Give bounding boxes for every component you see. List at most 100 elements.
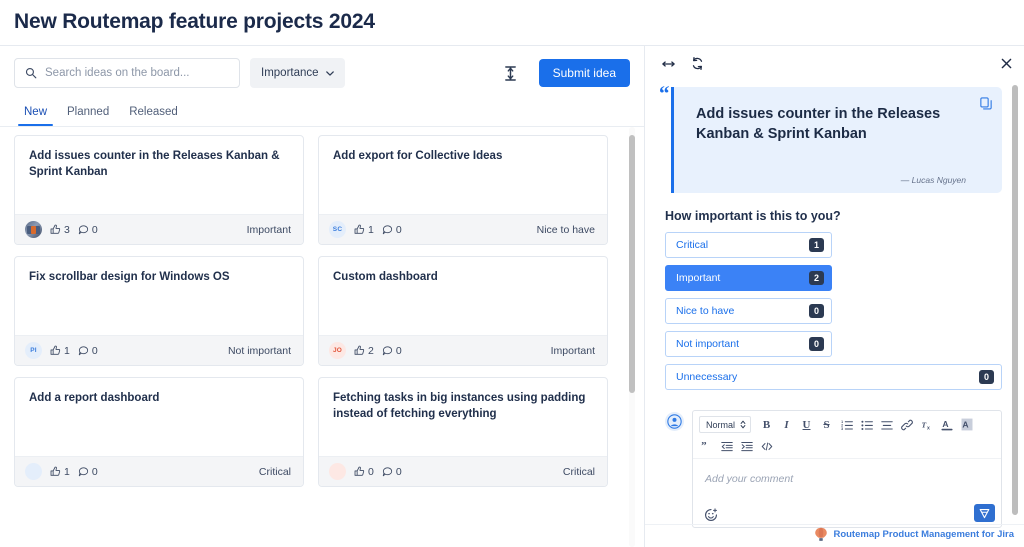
- underline-button[interactable]: U: [799, 417, 814, 432]
- strikethrough-icon: S: [823, 418, 830, 431]
- avatar: SC: [329, 221, 346, 238]
- idea-card[interactable]: Fetching tasks in big instances using pa…: [318, 377, 608, 487]
- idea-card[interactable]: Fix scrollbar design for Windows OS PI 1: [14, 256, 304, 366]
- align-button[interactable]: [879, 417, 894, 432]
- avatar: [25, 221, 42, 238]
- idea-card-footer: JO 2 0 Important: [319, 335, 607, 365]
- detail-scrollbar-thumb[interactable]: [1012, 85, 1018, 515]
- comment-stat[interactable]: 0: [78, 224, 98, 236]
- comment-stat[interactable]: 0: [78, 345, 98, 357]
- idea-card-title: Fix scrollbar design for Windows OS: [29, 271, 230, 283]
- comment-count: 0: [395, 465, 402, 478]
- outdent-button[interactable]: [719, 439, 734, 454]
- importance-option-count: 2: [809, 271, 824, 285]
- submit-idea-button[interactable]: Submit idea: [538, 59, 630, 87]
- strikethrough-button[interactable]: S: [819, 417, 834, 432]
- importance-option-not-important[interactable]: Not important 0: [665, 331, 832, 357]
- like-stat[interactable]: 2: [354, 345, 374, 357]
- add-emoji-button[interactable]: [703, 507, 718, 522]
- bold-icon: B: [762, 418, 771, 431]
- importance-option-count: 0: [979, 370, 994, 384]
- idea-card[interactable]: Add a report dashboard 1 0 Critical: [14, 377, 304, 487]
- like-stat[interactable]: 1: [50, 345, 70, 357]
- tab-released[interactable]: Released: [119, 102, 188, 126]
- comment-count: 0: [395, 344, 402, 357]
- bold-button[interactable]: B: [759, 417, 774, 432]
- text-style-select[interactable]: Normal: [699, 416, 752, 433]
- svg-text:x: x: [927, 425, 930, 431]
- bullet-list-button[interactable]: [859, 417, 874, 432]
- ordered-list-button[interactable]: 1 2 3: [839, 417, 854, 432]
- search-placeholder: Search ideas on the board...: [45, 67, 190, 79]
- comment-count: 0: [91, 223, 98, 236]
- comment-input[interactable]: Add your comment: [693, 459, 1001, 504]
- importance-filter-button[interactable]: Importance: [250, 58, 345, 88]
- comment-placeholder: Add your comment: [705, 473, 794, 485]
- clear-format-button[interactable]: T x: [919, 417, 934, 432]
- comment-stat[interactable]: 0: [382, 224, 402, 236]
- idea-importance-label: Critical: [562, 465, 595, 478]
- board-toolbar: Search ideas on the board... Importance: [0, 46, 644, 96]
- thumbs-up-icon: [354, 345, 365, 355]
- comment-stat[interactable]: 0: [382, 345, 402, 357]
- idea-importance-label: Important: [246, 223, 291, 236]
- idea-card-title: Add issues counter in the Releases Kanba…: [29, 150, 280, 178]
- tab-planned[interactable]: Planned: [57, 102, 119, 126]
- close-panel-button[interactable]: [1001, 58, 1012, 69]
- idea-card[interactable]: Custom dashboard JO 2 0 Important: [318, 256, 608, 366]
- avatar: JO: [329, 342, 346, 359]
- svg-text:T: T: [921, 420, 926, 429]
- idea-card-title: Fetching tasks in big instances using pa…: [333, 392, 586, 420]
- expand-horizontal-icon: [662, 60, 675, 67]
- importance-option-important[interactable]: Important 2: [665, 265, 832, 291]
- expand-panel-button[interactable]: [661, 59, 676, 69]
- like-stat[interactable]: 0: [354, 466, 374, 478]
- importance-option-count: 0: [809, 337, 824, 351]
- importance-option-unnecessary[interactable]: Unnecessary 0: [665, 364, 1002, 390]
- copy-button[interactable]: [980, 97, 992, 113]
- send-comment-button[interactable]: [974, 504, 995, 522]
- refresh-button[interactable]: [690, 56, 705, 71]
- text-color-button[interactable]: A: [939, 417, 954, 432]
- sync-refresh-icon: [692, 56, 703, 71]
- importance-option-critical[interactable]: Critical 1: [665, 232, 832, 258]
- background-color-button[interactable]: A: [959, 417, 974, 432]
- like-count: 1: [368, 223, 374, 236]
- idea-importance-label: Critical: [258, 465, 291, 478]
- importance-option-nice-to-have[interactable]: Nice to have 0: [665, 298, 832, 324]
- comment-icon: [78, 225, 88, 235]
- card-height-button[interactable]: [499, 60, 523, 86]
- bullet-list-icon: [860, 420, 873, 430]
- like-count: 2: [368, 344, 374, 357]
- comment-icon: [382, 346, 392, 356]
- tab-new[interactable]: New: [14, 102, 57, 126]
- like-stat[interactable]: 1: [354, 224, 374, 236]
- board-scrollbar-thumb[interactable]: [629, 135, 635, 393]
- like-count: 3: [64, 223, 70, 236]
- link-button[interactable]: [899, 417, 914, 432]
- quote-text: Add issues counter in the Releases Kanba…: [696, 106, 941, 142]
- copy-icon: [980, 97, 992, 110]
- add-emoji-icon: [704, 507, 717, 521]
- like-stat[interactable]: 1: [50, 466, 70, 478]
- ordered-list-icon: 1 2 3: [841, 420, 853, 430]
- idea-card[interactable]: Add issues counter in the Releases Kanba…: [14, 135, 304, 245]
- close-icon: [1001, 58, 1012, 69]
- code-button[interactable]: [759, 439, 774, 454]
- blockquote-button[interactable]: ”: [699, 439, 714, 454]
- svg-text:A: A: [962, 420, 968, 430]
- footer-divider: [645, 524, 1024, 525]
- comment-stat[interactable]: 0: [382, 466, 402, 478]
- importance-option-count: 1: [809, 238, 824, 252]
- idea-importance-label: Not important: [227, 344, 291, 357]
- indent-button[interactable]: [739, 439, 754, 454]
- comment-stat[interactable]: 0: [78, 466, 98, 478]
- idea-card[interactable]: Add export for Collective Ideas SC 1 0 N…: [318, 135, 608, 245]
- comment-icon: [78, 346, 88, 356]
- search-input[interactable]: Search ideas on the board...: [14, 58, 240, 88]
- brand-footer[interactable]: Routemap Product Management for Jira: [814, 527, 1014, 542]
- thumbs-up-icon: [50, 345, 61, 355]
- like-stat[interactable]: 3: [50, 224, 70, 236]
- importance-option-label: Important: [676, 272, 721, 284]
- italic-button[interactable]: I: [779, 417, 794, 432]
